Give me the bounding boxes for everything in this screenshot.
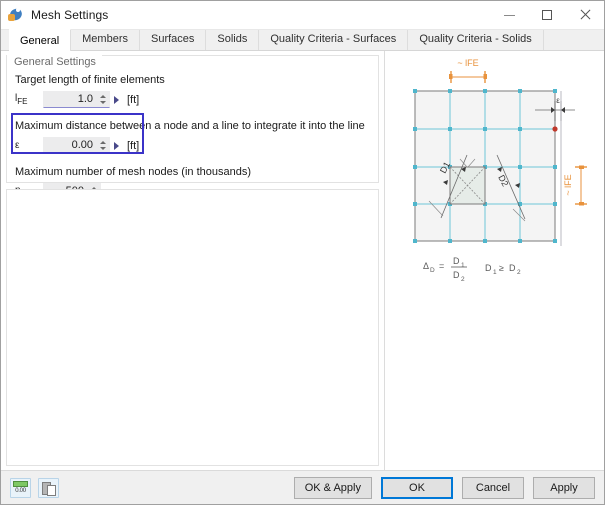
target-length-symbol-sub: FE xyxy=(17,97,28,106)
chevron-right-icon xyxy=(113,95,119,104)
mesh-app-icon xyxy=(8,7,24,23)
tab-members[interactable]: Members xyxy=(71,29,140,50)
diagram-formula: Δ D = D 1 D 2 D 1 ≥ D 2 xyxy=(423,256,521,283)
tab-general[interactable]: General xyxy=(9,29,72,51)
svg-text:D: D xyxy=(453,256,460,266)
max-distance-unit: [ft] xyxy=(127,139,140,152)
svg-text:D: D xyxy=(430,267,435,274)
max-distance-label: Maximum distance between a node and a li… xyxy=(15,120,365,132)
diagram-label-top-dim: ~ lFE xyxy=(457,58,478,68)
general-settings-pane: General Settings Target length of finite… xyxy=(1,51,384,470)
spinner-up-icon[interactable] xyxy=(99,141,106,144)
window-title: Mesh Settings xyxy=(31,8,109,22)
max-distance-spin-arrows[interactable] xyxy=(97,138,109,153)
max-distance-block: Maximum distance between a node and a li… xyxy=(15,120,370,154)
max-distance-spinner[interactable] xyxy=(43,137,110,154)
target-length-label: Target length of finite elements xyxy=(15,74,165,86)
max-distance-more-button[interactable] xyxy=(110,141,122,150)
chevron-right-icon xyxy=(113,141,119,150)
svg-text:1: 1 xyxy=(461,262,465,269)
diagram-label-right-dim: ~ lFE xyxy=(563,174,573,195)
svg-text:2: 2 xyxy=(517,269,521,276)
target-length-unit: [ft] xyxy=(127,93,140,106)
svg-text:D: D xyxy=(509,263,516,273)
footer-icon-group: 0.00 xyxy=(10,477,59,498)
general-settings-group: General Settings Target length of finite… xyxy=(6,55,379,200)
window-controls xyxy=(490,1,604,29)
ok-button[interactable]: OK xyxy=(381,476,453,499)
maximize-icon xyxy=(542,10,552,20)
dialog-buttons: OK & Apply OK Cancel Apply xyxy=(293,476,595,499)
diagram-label-epsilon: ε xyxy=(556,96,560,105)
diagram-node-marker xyxy=(552,126,558,132)
minimize-icon xyxy=(503,14,515,16)
ok-and-apply-button[interactable]: OK & Apply xyxy=(293,476,372,499)
target-length-spin-arrows[interactable] xyxy=(97,92,109,107)
spinner-down-icon[interactable] xyxy=(99,101,106,104)
tab-solids[interactable]: Solids xyxy=(206,29,260,50)
close-button[interactable] xyxy=(566,1,604,29)
svg-text:Δ: Δ xyxy=(423,261,429,271)
footer-bar: 0.00 OK & Apply OK Cancel Apply xyxy=(1,470,604,504)
target-length-symbol: lFE xyxy=(15,93,43,106)
units-icon-label: 0.00 xyxy=(15,487,26,494)
target-length-input[interactable] xyxy=(44,92,97,107)
max-distance-symbol: ε xyxy=(15,140,43,151)
spinner-up-icon[interactable] xyxy=(99,95,106,98)
max-distance-symbol-base: ε xyxy=(15,140,20,151)
tab-surfaces[interactable]: Surfaces xyxy=(139,29,207,50)
target-length-spinner[interactable] xyxy=(43,91,110,108)
tab-quality-criteria-surfaces[interactable]: Quality Criteria - Surfaces xyxy=(259,29,409,50)
apply-button[interactable]: Apply xyxy=(533,476,595,499)
diagram-pane: D1 D2 ~ lFE ~ lFE ε Δ D = D 1 D 2 D 1 ≥ … xyxy=(385,51,604,470)
max-nodes-label: Maximum number of mesh nodes (in thousan… xyxy=(15,166,251,178)
max-distance-input[interactable] xyxy=(44,138,97,153)
svg-text:D: D xyxy=(453,270,460,280)
content-area: General Settings Target length of finite… xyxy=(1,51,604,470)
empty-settings-panel xyxy=(6,189,379,466)
mesh-settings-window: Mesh Settings General Members Surfaces S… xyxy=(0,0,605,505)
cancel-button[interactable]: Cancel xyxy=(462,476,524,499)
target-length-more-button[interactable] xyxy=(110,95,122,104)
maximize-button[interactable] xyxy=(528,1,566,29)
svg-text:=: = xyxy=(439,261,444,271)
svg-text:≥: ≥ xyxy=(499,263,504,273)
close-icon xyxy=(579,9,591,21)
minimize-button[interactable] xyxy=(490,1,528,29)
svg-text:1: 1 xyxy=(493,269,497,276)
general-settings-group-title: General Settings xyxy=(7,55,102,70)
spinner-down-icon[interactable] xyxy=(99,147,106,150)
svg-text:D: D xyxy=(485,263,492,273)
tab-quality-criteria-solids[interactable]: Quality Criteria - Solids xyxy=(408,29,544,50)
tab-strip: General Members Surfaces Solids Quality … xyxy=(1,29,604,51)
units-icon[interactable]: 0.00 xyxy=(10,477,31,498)
svg-text:2: 2 xyxy=(461,276,465,283)
target-length-block: Target length of finite elements lFE 1.0… xyxy=(15,74,370,108)
copy-icon[interactable] xyxy=(38,477,59,498)
title-bar: Mesh Settings xyxy=(1,1,604,30)
mesh-element-diagram: D1 D2 ~ lFE ~ lFE ε Δ D = D 1 D 2 D 1 ≥ … xyxy=(385,51,604,470)
